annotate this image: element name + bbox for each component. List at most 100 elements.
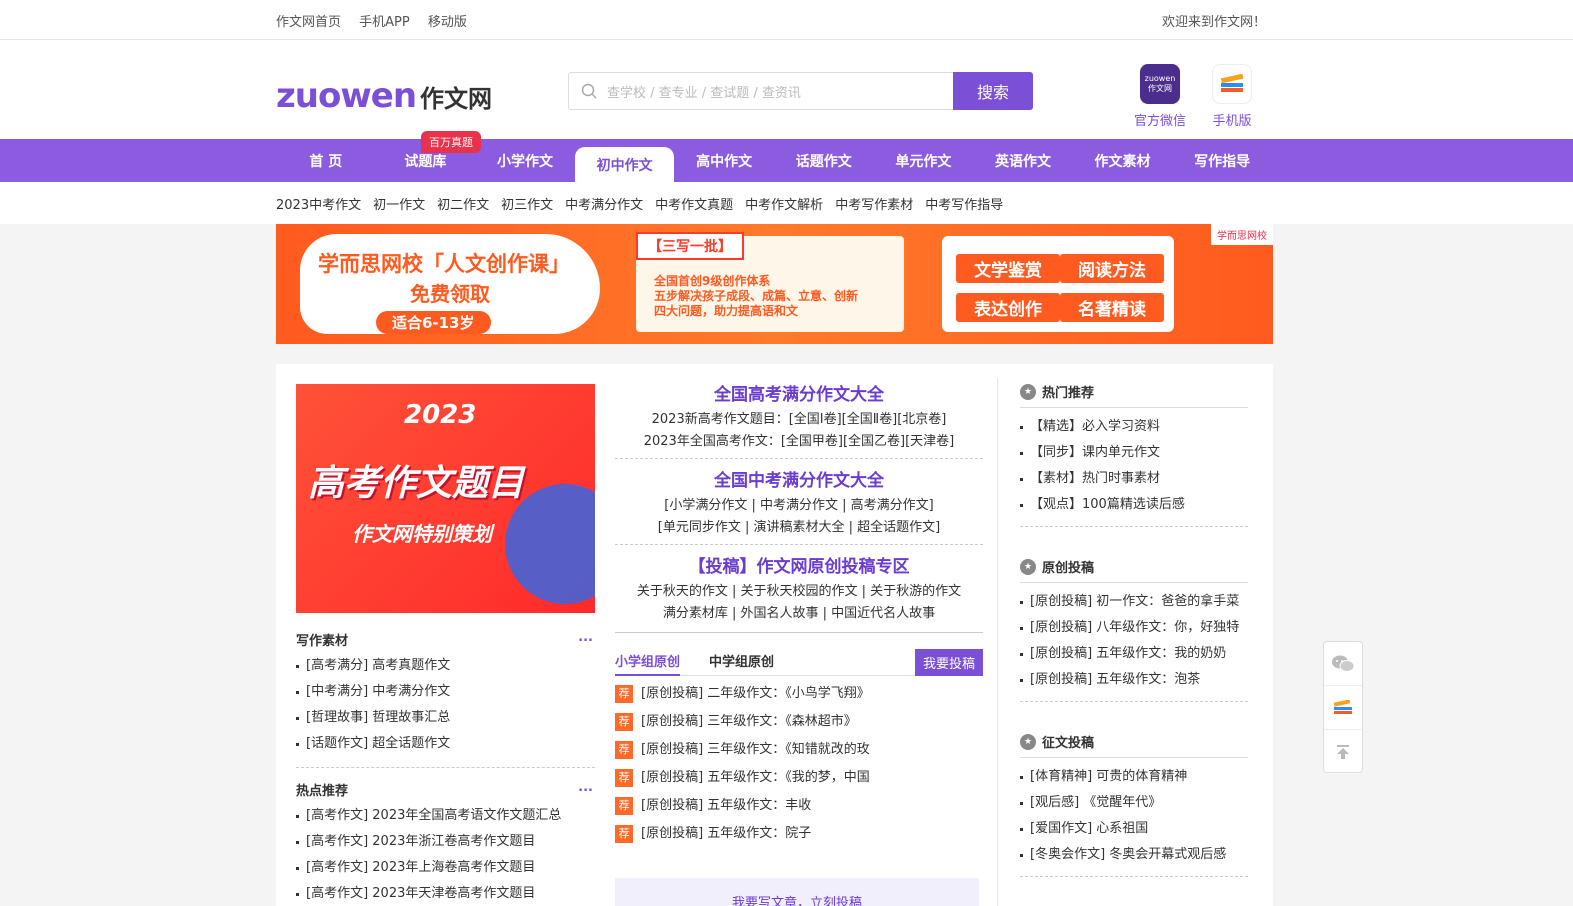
list-item[interactable]: [体育精神] 可贵的体育精神 — [1020, 764, 1248, 790]
write-article-button[interactable]: 我要写文章，立刻投稿 — [615, 878, 979, 906]
top-link-home[interactable]: 作文网首页 — [276, 15, 341, 30]
search-placeholder: 查学校 / 查专业 / 查试题 / 查资讯 — [607, 85, 801, 101]
list-item[interactable]: [冬奥会作文] 冬奥会开幕式观后感 — [1020, 842, 1248, 868]
top-bar: 作文网首页 手机APP 移动版 欢迎来到作文网！ — [0, 0, 1573, 40]
list-item[interactable]: [哲理故事] 哲理故事汇总 — [296, 705, 595, 731]
top-link-app[interactable]: 手机APP — [359, 15, 410, 30]
list-item[interactable]: [高考作文] 2023年浙江卷高考作文题目 — [296, 829, 595, 855]
list-item[interactable]: 荐 [原创投稿] 五年级作文：《我的梦，中国 — [615, 764, 983, 792]
writing-materials-more[interactable]: ... — [578, 630, 593, 645]
mobile-qr[interactable]: 手机版 — [1212, 64, 1252, 129]
subnav-item[interactable]: 初三作文 — [501, 194, 553, 213]
hot-topics-more[interactable]: ... — [578, 780, 593, 795]
subnav-item[interactable]: 中考写作指导 — [925, 194, 1003, 213]
banner-title1: 学而思网校「人文创作课」 — [318, 252, 570, 276]
list-item[interactable]: 荐 [原创投稿] 三年级作文：《森林超市》 — [615, 708, 983, 736]
subnav-item[interactable]: 2023中考作文 — [276, 194, 361, 213]
tab-primary-original[interactable]: 小学组原创 — [615, 651, 681, 676]
recommend-badge: 荐 — [615, 825, 633, 843]
nav-topic[interactable]: 话题作文 — [774, 139, 874, 182]
zhongkao-line1[interactable]: [小学满分作文 | 中考满分作文 | 高考满分作文] — [615, 497, 983, 515]
original-tabs: 小学组原创 中学组原创 我要投稿 — [615, 649, 983, 676]
list-item[interactable]: [高考作文] 2023年天津卷高考作文题目 — [296, 881, 595, 906]
list-item-text: [原创投稿] 二年级作文：《小鸟学飞翔》 — [641, 686, 870, 701]
hot-topics-header: 热点推荐 ... — [296, 780, 595, 799]
nav-junior[interactable]: 初中作文 — [574, 147, 675, 182]
list-item[interactable]: 【精选】必入学习资料 — [1020, 414, 1248, 440]
list-item[interactable]: [原创投稿] 八年级作文：你，好独特 — [1020, 615, 1248, 641]
submission-line1[interactable]: 关于秋天的作文 | 关于秋天校园的作文 | 关于秋游的作文 — [615, 583, 983, 601]
banner-brand: 学而思网校 — [1211, 224, 1273, 245]
gaokao-title[interactable]: 全国高考满分作文大全 — [615, 380, 983, 405]
list-item[interactable]: [原创投稿] 五年级作文：泡茶 — [1020, 667, 1248, 693]
original-list: 荐 [原创投稿] 二年级作文：《小鸟学飞翔》 荐 [原创投稿] 三年级作文：《森林超… — [615, 680, 983, 848]
nav-materials[interactable]: 作文素材 — [1073, 139, 1173, 182]
subnav-item[interactable]: 初一作文 — [373, 194, 425, 213]
list-item[interactable]: [高考满分] 高考真题作文 — [296, 653, 595, 679]
zhongkao-title[interactable]: 全国中考满分作文大全 — [615, 466, 983, 491]
subnav-item[interactable]: 中考作文解析 — [745, 194, 823, 213]
banner-skill: 阅读方法 — [1060, 254, 1164, 283]
divider — [615, 544, 983, 545]
wechat-logo-text: zuowen 作文网 — [1144, 74, 1176, 93]
mobile-app-icon — [1333, 699, 1352, 714]
list-item[interactable]: [话题作文] 超全话题作文 — [296, 731, 595, 757]
list-item[interactable]: [高考作文] 2023年全国高考语文作文题汇总 — [296, 803, 595, 829]
submit-button[interactable]: 我要投稿 — [914, 649, 983, 676]
zhongkao-line2[interactable]: [单元同步作文 | 演讲稿素材大全 | 超全话题作文] — [615, 519, 983, 537]
float-mobile[interactable] — [1324, 686, 1362, 730]
submission-line2[interactable]: 满分素材库 | 外国名人故事 | 中国近代名人故事 — [615, 605, 983, 623]
nav-senior[interactable]: 高中作文 — [674, 139, 774, 182]
list-item[interactable]: 荐 [原创投稿] 五年级作文：丰收 — [615, 792, 983, 820]
float-back-to-top[interactable] — [1324, 730, 1362, 774]
list-item-text: [原创投稿] 三年级作文：《森林超市》 — [641, 714, 857, 729]
top-link-mobile[interactable]: 移动版 — [428, 15, 467, 30]
subnav-item[interactable]: 中考写作素材 — [835, 194, 913, 213]
subnav-item[interactable]: 初二作文 — [437, 194, 489, 213]
writing-materials-title: 写作素材 — [296, 634, 349, 649]
nav-unit[interactable]: 单元作文 — [874, 139, 974, 182]
search-input[interactable]: 查学校 / 查专业 / 查试题 / 查资讯 — [568, 72, 953, 110]
wechat-qr[interactable]: zuowen 作文网 官方微信 — [1134, 64, 1186, 129]
mobile-label: 手机版 — [1212, 114, 1252, 129]
banner-line1: 全国首创9级创作体系 — [654, 274, 771, 288]
list-item[interactable]: [高考作文] 2023年上海卷高考作文题目 — [296, 855, 595, 881]
logo-cn: 作文网 — [420, 85, 493, 113]
submission-title[interactable]: 【投稿】作文网原创投稿专区 — [615, 552, 983, 577]
nav-english[interactable]: 英语作文 — [973, 139, 1073, 182]
list-item[interactable]: 荐 [原创投稿] 三年级作文：《知错就改的玫 — [615, 736, 983, 764]
subnav-item[interactable]: 中考满分作文 — [565, 194, 643, 213]
banner-system: 【三写一批】 全国首创9级创作体系 五步解决孩子成段、成篇、立意、创新 四大问题… — [636, 232, 904, 332]
list-item[interactable]: 【同步】课内单元作文 — [1020, 440, 1248, 466]
site-logo[interactable]: zuowen 作文网 — [276, 76, 492, 116]
star-icon: ★ — [1020, 383, 1036, 400]
original-submission-header: ★ 原创投稿 — [1020, 557, 1248, 583]
divider — [1020, 701, 1248, 702]
list-item[interactable]: [原创投稿] 五年级作文：我的奶奶 — [1020, 641, 1248, 667]
nav-home[interactable]: 首 页 — [276, 139, 376, 182]
promo-banner[interactable]: 学而思网校「人文创作课」 免费领取 适合6-13岁 【三写一批】 全国首创9级创… — [276, 224, 1273, 344]
list-item[interactable]: 【素材】热门时事素材 — [1020, 466, 1248, 492]
list-item[interactable]: 荐 [原创投稿] 五年级作文：院子 — [615, 820, 983, 848]
float-wechat[interactable] — [1324, 642, 1362, 686]
subnav-item[interactable]: 中考作文真题 — [655, 194, 733, 213]
list-item[interactable]: [中考满分] 中考满分作文 — [296, 679, 595, 705]
hero-image[interactable]: 2023 高考作文题目 作文网特别策划 — [296, 384, 595, 613]
nav-guide[interactable]: 写作指导 — [1172, 139, 1272, 182]
search-bar: 查学校 / 查专业 / 查试题 / 查资讯 搜索 — [568, 72, 1033, 110]
gaokao-line2[interactable]: 2023年全国高考作文：[全国甲卷][全国乙卷][天津卷] — [615, 433, 983, 451]
nav-primary[interactable]: 小学作文 — [475, 139, 575, 182]
list-item[interactable]: [原创投稿] 初一作文：爸爸的拿手菜 — [1020, 589, 1248, 615]
submission-block: 【投稿】作文网原创投稿专区 关于秋天的作文 | 关于秋天校园的作文 | 关于秋游… — [615, 552, 983, 623]
tab-middle-original[interactable]: 中学组原创 — [709, 651, 774, 670]
gaokao-line1[interactable]: 2023新高考作文题目：[全国Ⅰ卷][全国Ⅱ卷][北京卷] — [615, 411, 983, 429]
recommend-badge: 荐 — [615, 685, 633, 703]
list-item[interactable]: [观后感] 《觉醒年代》 — [1020, 790, 1248, 816]
search-button[interactable]: 搜索 — [953, 72, 1033, 110]
list-item[interactable]: 【观点】100篇精选读后感 — [1020, 492, 1248, 518]
writing-materials-list: [高考满分] 高考真题作文 [中考满分] 中考满分作文 [哲理故事] 哲理故事汇… — [296, 653, 595, 757]
list-item[interactable]: 荐 [原创投稿] 二年级作文：《小鸟学飞翔》 — [615, 680, 983, 708]
main-nav: 首 页 试题库 小学作文 初中作文 高中作文 话题作文 单元作文 英语作文 作文… — [0, 139, 1573, 182]
list-item-text: [原创投稿] 五年级作文：院子 — [641, 826, 812, 841]
list-item[interactable]: [爱国作文] 心系祖国 — [1020, 816, 1248, 842]
